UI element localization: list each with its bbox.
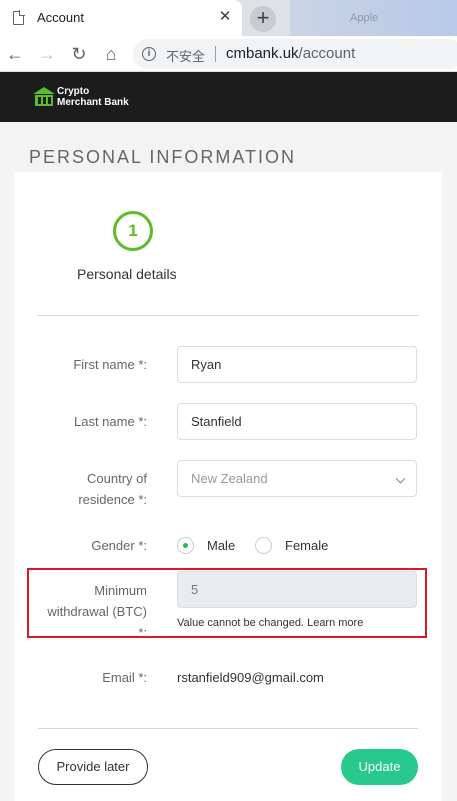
gender-label: Gender *:	[91, 538, 147, 553]
gender-female-radio[interactable]	[255, 537, 272, 554]
browser-tab[interactable]: Account ✕	[0, 0, 242, 36]
min-withdrawal-label: Minimum withdrawal (BTC) *:	[37, 580, 147, 643]
update-button[interactable]: Update	[341, 749, 418, 785]
email-value: rstanfield909@gmail.com	[177, 670, 324, 685]
last-name-label: Last name *:	[74, 414, 147, 429]
country-label-line-2: residence *:	[78, 492, 147, 507]
address-bar[interactable]: i 不安全 cmbank.uk/account	[133, 39, 457, 69]
step-label: Personal details	[77, 266, 177, 282]
reload-icon[interactable]: ↻	[67, 42, 91, 66]
actions-divider	[38, 728, 418, 729]
email-label: Email *:	[102, 670, 147, 685]
provide-later-button[interactable]: Provide later	[38, 749, 148, 785]
country-select-value: New Zealand	[191, 471, 268, 486]
brand-line-1: Crypto	[57, 86, 90, 97]
first-name-input[interactable]: Ryan	[177, 346, 417, 383]
security-label[interactable]: 不安全	[166, 46, 205, 65]
back-arrow-icon[interactable]: ←	[3, 42, 27, 66]
country-select[interactable]: New Zealand	[177, 460, 417, 497]
learn-more-link[interactable]: Learn more	[307, 617, 363, 629]
url-path: /account	[298, 45, 356, 62]
min-withdrawal-label-line-2: withdrawal (BTC)	[47, 604, 147, 619]
section-divider	[38, 315, 418, 316]
min-withdrawal-label-line-1: Minimum	[94, 583, 147, 598]
last-name-input[interactable]: Stanfield	[177, 403, 417, 440]
new-tab-button[interactable]: +	[250, 6, 276, 32]
brand-line-2: Merchant Bank	[57, 97, 129, 108]
url-host: cmbank.uk	[226, 45, 299, 62]
hint-text: Value cannot be changed.	[177, 617, 308, 629]
page-title: PERSONAL INFORMATION	[29, 147, 297, 167]
gender-male-radio[interactable]	[177, 537, 194, 554]
browser-toolbar: ← → ↻ ⌂ i 不安全 cmbank.uk/account	[0, 36, 457, 72]
min-withdrawal-input: 5	[177, 571, 417, 608]
country-label-line-1: Country of	[87, 471, 147, 486]
country-label: Country of residence *:	[37, 468, 147, 510]
home-icon[interactable]: ⌂	[99, 42, 123, 66]
chevron-down-icon	[395, 473, 406, 484]
page-icon	[13, 10, 25, 25]
min-withdrawal-hint: Value cannot be changed. Learn more	[177, 617, 363, 629]
close-tab-icon[interactable]: ✕	[217, 9, 233, 25]
gender-female-label[interactable]: Female	[285, 537, 328, 554]
step-indicator: 1	[113, 211, 153, 251]
browser-tab-bar: Account ✕ + Apple	[0, 0, 457, 36]
browser-tab-other[interactable]: Apple	[290, 0, 457, 36]
first-name-label: First name *:	[73, 357, 147, 372]
tab-title: Account	[37, 10, 84, 25]
url-text[interactable]: cmbank.uk/account	[226, 45, 355, 62]
address-separator	[215, 46, 216, 62]
site-header: Crypto Merchant Bank	[0, 72, 457, 122]
gender-male-label[interactable]: Male	[207, 537, 235, 554]
forward-arrow-icon[interactable]: →	[35, 42, 59, 66]
bank-logo-icon[interactable]	[33, 87, 55, 108]
other-tab-title: Apple	[350, 12, 379, 24]
brand-name[interactable]: Crypto Merchant Bank	[57, 86, 129, 108]
info-icon[interactable]: i	[142, 47, 156, 61]
min-withdrawal-label-line-3: *:	[138, 625, 147, 640]
